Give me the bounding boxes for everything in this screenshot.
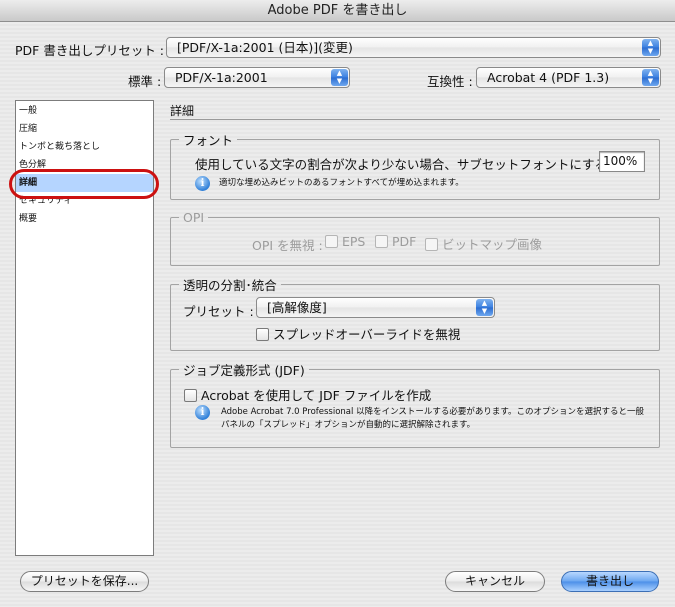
- flattener-preset-value: [高解像度]: [267, 300, 327, 315]
- checkbox-icon: [375, 235, 388, 248]
- checkbox-icon: [256, 328, 269, 341]
- preset-label: PDF 書き出しプリセット :: [15, 43, 165, 58]
- subset-threshold-label: 使用している文字の割合が次より少ない場合、サブセットフォントにする :: [195, 157, 616, 172]
- compatibility-label: 互換性 :: [427, 74, 473, 89]
- compatibility-select[interactable]: Acrobat 4 (PDF 1.3) ▲ ▼: [476, 67, 661, 88]
- opi-omit-label: OPI を無視 :: [252, 238, 323, 253]
- opi-legend: OPI: [183, 210, 205, 225]
- standard-label: 標準 :: [128, 74, 162, 89]
- dialog-body: PDF 書き出しプリセット : [PDF/X-1a:2001 (日本)](変更)…: [0, 22, 675, 607]
- cancel-button[interactable]: キャンセル: [445, 571, 545, 592]
- section-title: 詳細: [170, 104, 195, 118]
- popup-arrows-icon: ▲ ▼: [642, 39, 659, 56]
- jdf-group: ジョブ定義形式 (JDF): [170, 360, 660, 448]
- sidebar-item-compression[interactable]: 圧縮: [16, 120, 153, 138]
- preset-select[interactable]: [PDF/X-1a:2001 (日本)](変更) ▲ ▼: [166, 37, 661, 58]
- standard-select[interactable]: PDF/X-1a:2001 ▲ ▼: [164, 67, 350, 88]
- save-preset-button[interactable]: プリセットを保存...: [20, 571, 149, 592]
- selection-highlight-ring: [9, 169, 159, 199]
- standard-value: PDF/X-1a:2001: [175, 70, 268, 85]
- flattener-preset-label: プリセット :: [183, 304, 254, 319]
- subset-threshold-input[interactable]: 100%: [599, 151, 645, 172]
- sidebar-item-summary[interactable]: 概要: [16, 210, 153, 228]
- window-title: Adobe PDF を書き出し: [0, 0, 675, 22]
- opi-eps-label: EPS: [342, 234, 366, 249]
- checkbox-icon: [184, 389, 197, 402]
- opi-bitmap-label: ビットマップ画像: [442, 237, 543, 252]
- sidebar-item-marks-bleeds[interactable]: トンボと裁ち落とし: [16, 138, 153, 156]
- jdf-legend: ジョブ定義形式 (JDF): [183, 363, 305, 378]
- popup-arrows-icon: ▲ ▼: [476, 299, 493, 316]
- fonts-note: 適切な埋め込みビットのあるフォントすべてが埋め込まれます。: [219, 178, 464, 188]
- create-jdf-checkbox[interactable]: Acrobat を使用して JDF ファイルを作成: [184, 385, 431, 404]
- opi-eps-checkbox[interactable]: EPS: [325, 234, 365, 249]
- checkbox-icon: [425, 238, 438, 251]
- opi-pdf-checkbox[interactable]: PDF: [375, 234, 416, 249]
- info-icon: i: [195, 404, 210, 420]
- section-divider: [170, 119, 660, 120]
- ignore-spread-overrides-label: スプレッドオーバーライドを無視: [273, 327, 461, 342]
- jdf-note-line1: Adobe Acrobat 7.0 Professional 以降をインストール…: [221, 407, 645, 417]
- flattener-preset-select[interactable]: [高解像度] ▲ ▼: [256, 297, 495, 318]
- transparency-legend: 透明の分割･統合: [183, 278, 277, 293]
- create-jdf-label: Acrobat を使用して JDF ファイルを作成: [201, 388, 432, 403]
- sidebar-item-general[interactable]: 一般: [16, 102, 153, 120]
- checkbox-icon: [325, 235, 338, 248]
- compatibility-value: Acrobat 4 (PDF 1.3): [487, 70, 610, 85]
- opi-pdf-label: PDF: [392, 234, 417, 249]
- popup-arrows-icon: ▲ ▼: [642, 69, 659, 86]
- fonts-legend: フォント: [183, 133, 234, 148]
- jdf-note-line2: パネルの「スプレッド」オプションが自動的に選択解除されます。: [221, 420, 476, 430]
- popup-arrows-icon: ▲ ▼: [331, 69, 348, 86]
- ignore-spread-overrides-checkbox[interactable]: スプレッドオーバーライドを無視: [256, 324, 460, 343]
- opi-bitmap-checkbox[interactable]: ビットマップ画像: [425, 234, 542, 253]
- preset-value: [PDF/X-1a:2001 (日本)](変更): [177, 40, 353, 55]
- info-icon: i: [195, 175, 210, 191]
- export-button[interactable]: 書き出し: [561, 571, 659, 592]
